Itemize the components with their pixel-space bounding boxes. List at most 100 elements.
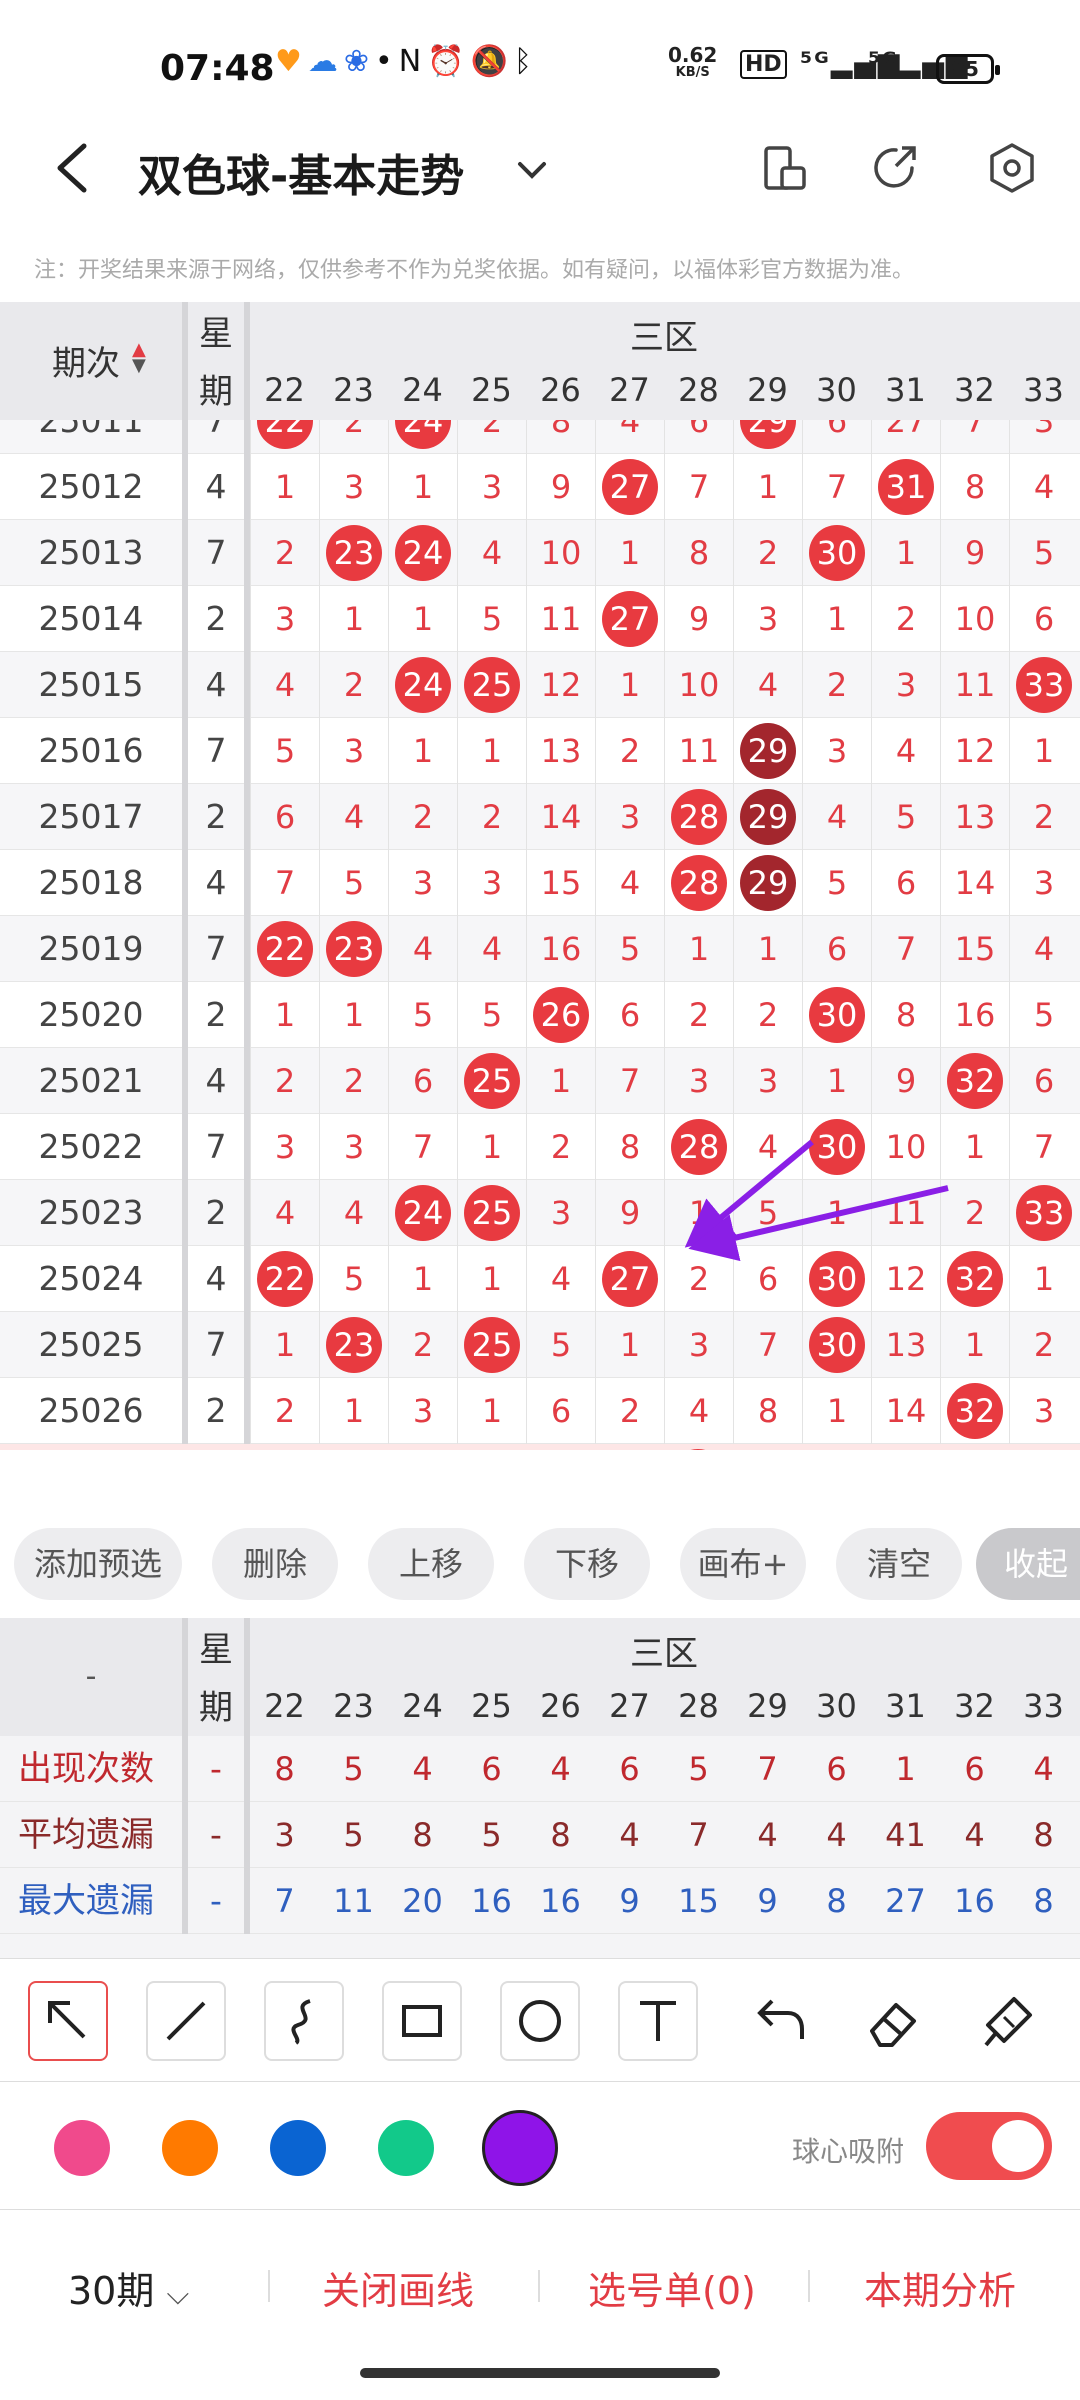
stats-cell: 4 bbox=[412, 1750, 433, 1788]
mute-icon: 🔕 bbox=[470, 44, 514, 79]
action-button[interactable]: 清空 bbox=[836, 1528, 962, 1600]
drawn-arrow-2[interactable] bbox=[688, 1185, 949, 1262]
text-tool-icon[interactable] bbox=[618, 1981, 698, 2061]
color-swatch[interactable] bbox=[270, 2120, 326, 2176]
stats-cell: 3 bbox=[274, 1816, 295, 1854]
battery-icon: 95 bbox=[936, 54, 1000, 84]
disclaimer-notice: 注：开奖结果来源于网络，仅供参考不作为兑奖依据。如有疑问，以福体彩官方数据为准。 bbox=[34, 258, 915, 283]
bluetooth-icon: ᛒ bbox=[513, 44, 538, 79]
zone-header-label: 三区 bbox=[630, 318, 698, 358]
number-header: 29 bbox=[747, 371, 788, 409]
color-swatch[interactable] bbox=[378, 2120, 434, 2176]
number-header: 32 bbox=[954, 371, 995, 409]
stats-row-weekday: - bbox=[182, 1736, 250, 1802]
period-header-label: 期次 bbox=[52, 344, 120, 384]
stats-row-label: 平均遗漏 bbox=[18, 1815, 154, 1855]
stats-number-header: 24 bbox=[402, 1687, 443, 1725]
status-icons: ♥☁❀•N⏰🔕ᛒ bbox=[275, 44, 538, 79]
undo-icon[interactable] bbox=[742, 1991, 812, 2051]
stats-cell: 6 bbox=[964, 1750, 985, 1788]
action-button[interactable]: 上移 bbox=[368, 1528, 494, 1600]
number-header: 22 bbox=[264, 371, 305, 409]
drawn-arrows bbox=[684, 1139, 949, 1262]
rotate-screen-icon[interactable] bbox=[756, 140, 812, 196]
stats-cell: 4 bbox=[964, 1816, 985, 1854]
stats-row-partial bbox=[0, 1934, 1080, 1958]
stats-cell: 16 bbox=[954, 1882, 995, 1920]
stats-number-header: 32 bbox=[954, 1687, 995, 1725]
stats-weekday-header: 星期 bbox=[182, 1618, 250, 1736]
stats-row-label: 出现次数 bbox=[18, 1749, 154, 1789]
home-indicator[interactable] bbox=[360, 2368, 720, 2378]
separator bbox=[538, 2270, 540, 2302]
stats-cell: 27 bbox=[885, 1882, 926, 1920]
stats-cell: 6 bbox=[826, 1750, 847, 1788]
color-swatch[interactable] bbox=[162, 2120, 218, 2176]
nfc-icon: N bbox=[398, 44, 428, 79]
stats-cell: 7 bbox=[274, 1882, 295, 1920]
stats-cell: 7 bbox=[688, 1816, 709, 1854]
hd-icon: HD bbox=[740, 50, 787, 79]
separator bbox=[268, 2270, 270, 2302]
dot-icon: • bbox=[375, 44, 399, 79]
close-lines-button[interactable]: 关闭画线 bbox=[322, 2260, 474, 2315]
stats-cell: 4 bbox=[757, 1816, 778, 1854]
line-tool-icon[interactable] bbox=[146, 1981, 226, 2061]
app-root: { "status_bar": {"time":"07:48","network… bbox=[0, 0, 1080, 2400]
snap-to-center-toggle[interactable] bbox=[926, 2112, 1052, 2180]
stats-cell: 1 bbox=[895, 1750, 916, 1788]
period-analysis-button[interactable]: 本期分析 bbox=[864, 2260, 1016, 2315]
number-header: 33 bbox=[1023, 371, 1064, 409]
number-header: 26 bbox=[540, 371, 581, 409]
action-button[interactable]: 删除 bbox=[212, 1528, 338, 1600]
stats-cell: 5 bbox=[481, 1816, 502, 1854]
number-header: 28 bbox=[678, 371, 719, 409]
drawing-toolbar bbox=[0, 1958, 1080, 2082]
sort-icon[interactable]: ▲ ▼ bbox=[132, 341, 146, 375]
stats-cell: 8 bbox=[1033, 1816, 1054, 1854]
stats-row: 平均遗漏 -3 5 8 5 8 4 7 4 4 41 4 8 bbox=[0, 1802, 1080, 1868]
color-palette bbox=[0, 2082, 1080, 2210]
separator bbox=[808, 2270, 810, 2302]
period-header[interactable]: 期次 ▲ ▼ bbox=[0, 302, 182, 420]
stats-table: - 星期三区 22 23 24 25 26 27 28 29 30 31 32 33 出现次数 -8 5 4 6 4 6… bbox=[0, 1618, 1080, 1958]
stats-row: 出现次数 -8 5 4 6 4 6 5 7 6 1 6 4 bbox=[0, 1736, 1080, 1802]
stats-number-header: 22 bbox=[264, 1687, 305, 1725]
stats-number-header: 33 bbox=[1023, 1687, 1064, 1725]
trend-table: 期次 ▲ ▼ 星期 三区 22 23 24 25 26 27 28 29 30 31 32 33 250… bbox=[0, 302, 1080, 1450]
number-header: 24 bbox=[402, 371, 443, 409]
stats-number-header: 26 bbox=[540, 1687, 581, 1725]
color-swatch[interactable] bbox=[54, 2120, 110, 2176]
arrow-tool-icon[interactable] bbox=[28, 1981, 108, 2061]
stats-cell: 16 bbox=[540, 1882, 581, 1920]
bottom-bar: 30期 ⌵ 关闭画线 选号单(0) 本期分析 bbox=[0, 2210, 1080, 2360]
action-button[interactable]: 收起 bbox=[976, 1528, 1080, 1600]
stats-number-header: 25 bbox=[471, 1687, 512, 1725]
action-button[interactable]: 画布+ bbox=[680, 1528, 806, 1600]
clear-brush-icon[interactable] bbox=[974, 1987, 1044, 2057]
circle-tool-icon[interactable] bbox=[500, 1981, 580, 2061]
selection-list-button[interactable]: 选号单(0) bbox=[588, 2260, 756, 2315]
stats-cell: 20 bbox=[402, 1882, 443, 1920]
back-arrow-icon[interactable] bbox=[50, 138, 100, 198]
stats-number-header: 30 bbox=[816, 1687, 857, 1725]
settings-icon[interactable] bbox=[984, 140, 1040, 196]
stats-cell: 9 bbox=[619, 1882, 640, 1920]
stats-cell: 6 bbox=[481, 1750, 502, 1788]
action-button[interactable]: 添加预选 bbox=[14, 1528, 182, 1600]
app-notification-icon: ♥ bbox=[275, 44, 308, 79]
stats-cell: 4 bbox=[619, 1816, 640, 1854]
curve-tool-icon[interactable] bbox=[264, 1981, 344, 2061]
period-count-selector[interactable]: 30期 ⌵ bbox=[68, 2260, 189, 2315]
stats-cell: 8 bbox=[1033, 1882, 1054, 1920]
stats-number-header: 28 bbox=[678, 1687, 719, 1725]
stats-cell: 16 bbox=[471, 1882, 512, 1920]
eraser-icon[interactable] bbox=[858, 1987, 928, 2057]
action-button[interactable]: 下移 bbox=[524, 1528, 650, 1600]
chevron-down-icon[interactable] bbox=[512, 150, 552, 190]
rectangle-tool-icon[interactable] bbox=[382, 1981, 462, 2061]
share-icon[interactable] bbox=[868, 140, 924, 196]
color-swatch[interactable] bbox=[482, 2110, 558, 2186]
stats-cell: 9 bbox=[757, 1882, 778, 1920]
stats-cell: 7 bbox=[757, 1750, 778, 1788]
